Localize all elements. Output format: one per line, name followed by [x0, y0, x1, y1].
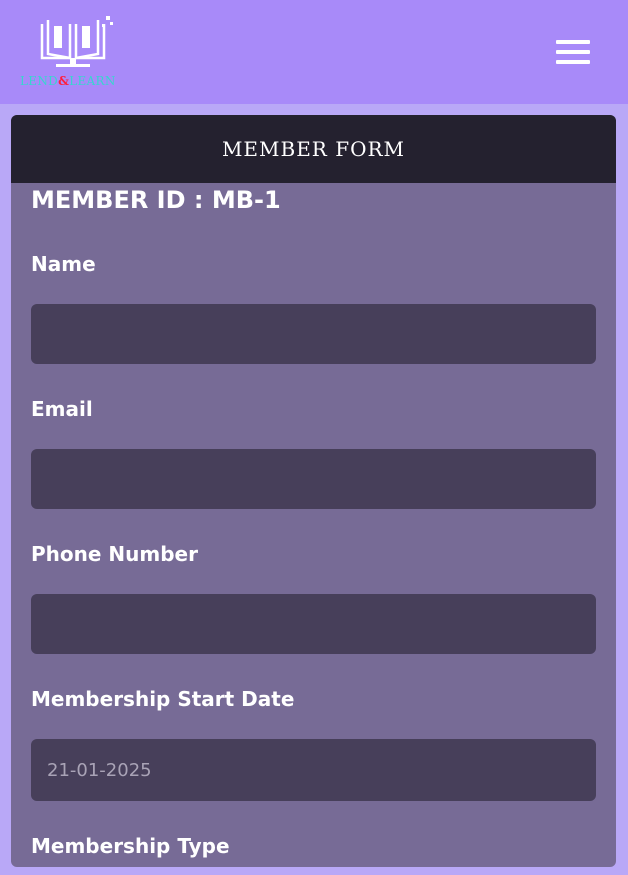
top-navigation-bar: LEND&LEARN	[0, 0, 628, 104]
logo-word-lend: LEND	[20, 74, 59, 88]
menu-bar-bottom	[556, 60, 590, 64]
member-id-label: MEMBER ID : MB-1	[31, 186, 281, 214]
membership-type-label: Membership Type	[31, 834, 230, 858]
menu-bar-middle	[556, 50, 590, 54]
name-input[interactable]	[31, 304, 596, 364]
name-label: Name	[31, 252, 96, 276]
menu-bar-top	[556, 40, 590, 44]
form-title: MEMBER FORM	[11, 115, 616, 183]
page-background	[0, 104, 10, 875]
email-label: Email	[31, 397, 93, 421]
logo-ampersand: &	[58, 74, 70, 88]
logo-word-learn: LEARN	[69, 74, 116, 88]
logo-wordmark: LEND&LEARN	[20, 74, 136, 88]
phone-number-label: Phone Number	[31, 542, 198, 566]
phone-number-input[interactable]	[31, 594, 596, 654]
email-input[interactable]	[31, 449, 596, 509]
membership-start-date-label: Membership Start Date	[31, 687, 295, 711]
membership-start-date-input[interactable]	[31, 739, 596, 801]
lend-and-learn-logo[interactable]: LEND&LEARN	[20, 14, 136, 92]
hamburger-menu-icon[interactable]	[556, 40, 592, 66]
book-icon	[40, 16, 113, 67]
member-form-card: MEMBER FORM MEMBER ID : MB-1 Name Email …	[11, 115, 616, 867]
